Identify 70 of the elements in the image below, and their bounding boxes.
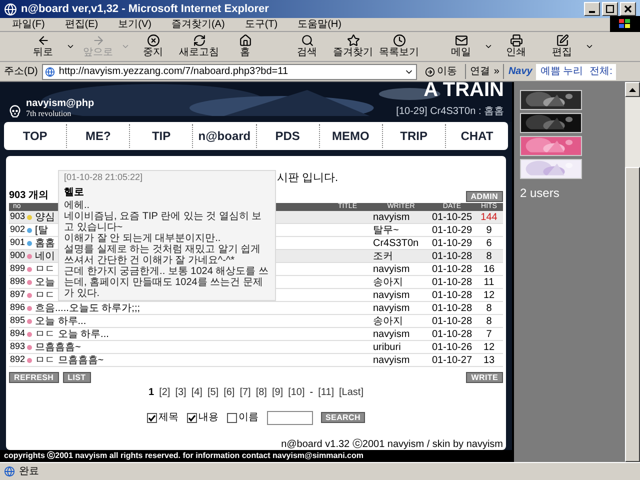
post-writer: 송아지: [373, 276, 404, 290]
post-date: 01-10-28: [430, 250, 474, 264]
post-writer: Cr4S3T0n: [373, 236, 420, 250]
post-hits: 6: [485, 236, 493, 250]
post-date: 01-10-28: [430, 328, 474, 342]
preview-text: 에헤..: [64, 200, 91, 211]
header-title: A TRAIN: [424, 82, 504, 100]
preview-text: 설명를 실제로 하는 것처럼 재밌고 알기 쉽게 쓰셔서 간단한 건 이해가 잘 가네요^-^*: [64, 244, 262, 266]
checkbox-label: 제목: [158, 411, 178, 425]
post-hits: 7: [485, 328, 493, 342]
post-writer: navyism: [373, 210, 411, 224]
preview-text: 이해가 잘 안 되는게 대부분이지만..: [64, 233, 222, 244]
post-number: 897: [9, 288, 26, 302]
post-date: 01-10-28: [430, 262, 474, 276]
post-hits: 12: [482, 340, 496, 354]
post-date: 01-10-28: [430, 276, 474, 290]
post-date: 01-10-29: [430, 224, 474, 238]
post-hits: 13: [482, 354, 496, 368]
window-title: n@board ver,v1,32 - Microsoft Internet Explorer: [21, 2, 269, 17]
preview-date: [01-10-28 21:05:22]: [64, 172, 144, 183]
post-number: 901: [9, 236, 26, 250]
post-writer: navyism: [373, 262, 411, 276]
online-users: 2 users: [520, 185, 560, 202]
post-date: 01-10-25: [430, 210, 474, 224]
post-number: 894: [9, 327, 26, 340]
site-subtitle: 7th revolution: [26, 109, 72, 118]
preview-title: 헬로: [64, 187, 85, 198]
post-number: 903: [9, 210, 26, 224]
post-number: 898: [9, 275, 26, 288]
post-hits: 8: [485, 302, 493, 316]
post-writer: navyism: [373, 302, 411, 316]
site-name: navyism@php: [26, 98, 94, 109]
post-hits: 12: [482, 288, 496, 302]
post-writer: 송아지: [373, 314, 404, 328]
post-writer: navyism: [373, 288, 411, 302]
board-credit: n@board v1.32 ⓒ2001 navyism / skin by navyism: [280, 438, 503, 452]
footer-text: copyrights ⓒ2001 navyism all rights reserved. for information contact navyism@simmani.com: [4, 450, 364, 462]
post-hits: 8: [485, 314, 493, 328]
toolbar-logo: Navy: [503, 64, 532, 79]
post-date: 01-10-27: [430, 354, 474, 368]
post-date: 01-10-28: [430, 288, 474, 302]
post-writer: navyism: [373, 354, 411, 368]
post-number: 902: [9, 223, 26, 236]
post-hits: 8: [485, 250, 493, 264]
post-date: 01-10-26: [430, 340, 474, 354]
post-hits: 16: [482, 262, 496, 276]
post-date: 01-10-29: [430, 236, 474, 250]
post-number: 895: [9, 314, 26, 328]
post-hits: 144: [480, 210, 498, 224]
page-separator: -: [310, 386, 314, 400]
post-writer: 탈무~: [373, 224, 400, 238]
board-description: 시판 입니다.: [277, 172, 340, 184]
post-number: 900: [9, 249, 26, 262]
post-number: 896: [9, 301, 26, 314]
post-hits: 9: [485, 224, 493, 238]
checkbox-label: 이름: [238, 411, 258, 425]
latest-post: [10-29] Cr4S3T0n : 홈홈: [396, 105, 504, 119]
post-date: 01-10-28: [430, 302, 474, 316]
post-date: 01-10-28: [430, 314, 474, 328]
post-number: 893: [9, 340, 26, 354]
post-writer: 조커: [373, 250, 394, 264]
post-number: 892: [9, 353, 26, 366]
post-number: 899: [9, 262, 26, 276]
post-count: 903 개의: [9, 190, 48, 202]
address-label: 주소(D): [4, 65, 38, 79]
post-writer: navyism: [373, 328, 411, 342]
post-writer: uriburi: [373, 340, 402, 354]
checkbox-label: 내용: [198, 411, 218, 425]
status-text: 완료: [19, 465, 39, 479]
post-hits: 11: [482, 276, 496, 290]
